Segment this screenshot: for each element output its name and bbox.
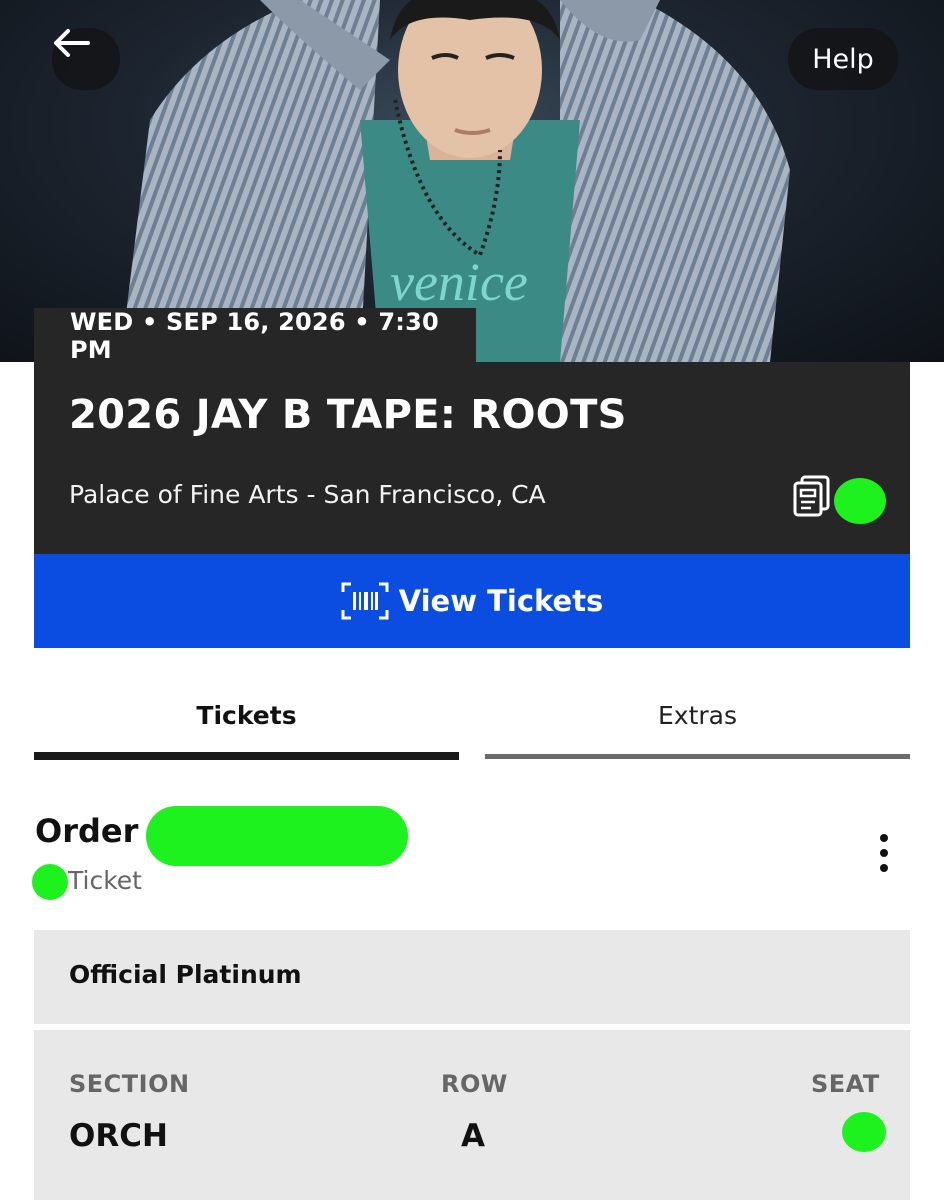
tab-tickets[interactable]: Tickets: [34, 670, 459, 760]
section-label: SECTION: [69, 1070, 190, 1098]
event-venue: Palace of Fine Arts - San Francisco, CA: [69, 480, 546, 509]
row-value: A: [461, 1118, 485, 1154]
view-tickets-label: View Tickets: [398, 584, 604, 618]
seat-label: SEAT: [811, 1070, 880, 1098]
event-date-time: WED • SEP 16, 2026 • 7:30 PM: [34, 308, 476, 364]
active-tab-indicator: [34, 752, 459, 760]
event-info-card: 2026 JAY B TAPE: ROOTS Palace of Fine Ar…: [34, 362, 910, 554]
ticket-tier-name: Official Platinum: [69, 960, 302, 989]
section-value: ORCH: [69, 1118, 168, 1154]
back-button[interactable]: [52, 28, 120, 90]
tab-indicator: [485, 754, 910, 759]
redaction-mark: [834, 478, 886, 524]
redaction-mark: [146, 806, 408, 866]
tab-extras[interactable]: Extras: [485, 670, 910, 760]
row-label: ROW: [441, 1070, 508, 1098]
view-tickets-button[interactable]: View Tickets: [34, 554, 910, 648]
redaction-mark: [842, 1112, 886, 1152]
barcode-scan-icon: [341, 582, 389, 620]
document-icon: [793, 475, 830, 517]
svg-text:venice: venice: [390, 252, 528, 312]
event-info-button[interactable]: [792, 474, 832, 522]
arrow-left-icon: [54, 29, 90, 57]
ticket-count-label: Ticket: [68, 866, 142, 895]
ticket-tier-panel: Official Platinum: [34, 930, 910, 1024]
seat-details-panel: SECTION ORCH ROW A SEAT: [34, 1030, 910, 1200]
event-title: 2026 JAY B TAPE: ROOTS: [69, 392, 627, 438]
help-button[interactable]: Help: [788, 28, 898, 90]
more-options-icon[interactable]: [866, 834, 902, 878]
redaction-mark: [32, 864, 68, 900]
